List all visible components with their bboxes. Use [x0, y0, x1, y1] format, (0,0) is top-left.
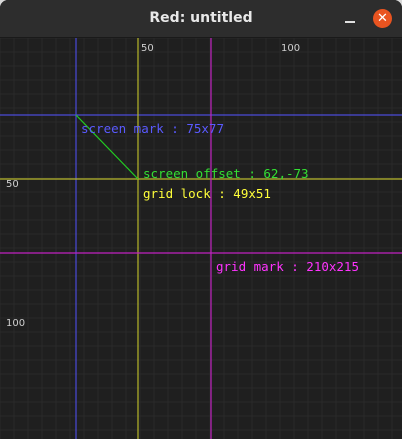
screen-mark-label: screen mark : 75x77: [81, 121, 224, 136]
close-button[interactable]: ✕: [373, 9, 392, 28]
x-tick-100: 100: [281, 43, 301, 54]
minimize-icon: [345, 21, 355, 23]
canvas-overlay: [0, 38, 402, 439]
x-tick-50: 50: [141, 43, 154, 54]
minimize-button[interactable]: [340, 9, 360, 29]
close-icon: ✕: [377, 11, 388, 26]
y-tick-50: 50: [6, 179, 19, 190]
app-window: Red: untitled ✕ 50 100 50 100 screen mar…: [0, 0, 402, 439]
drawing-canvas[interactable]: 50 100 50 100 screen mark : 75x77 screen…: [0, 38, 402, 439]
background-grid: [0, 38, 402, 439]
screen-offset-label: screen offset : 62,-73: [143, 166, 309, 181]
grid-lock-label: grid lock : 49x51: [143, 186, 271, 201]
title-bar[interactable]: Red: untitled ✕: [0, 0, 402, 38]
grid-mark-label: grid mark : 210x215: [216, 259, 359, 274]
y-tick-100: 100: [6, 318, 26, 329]
